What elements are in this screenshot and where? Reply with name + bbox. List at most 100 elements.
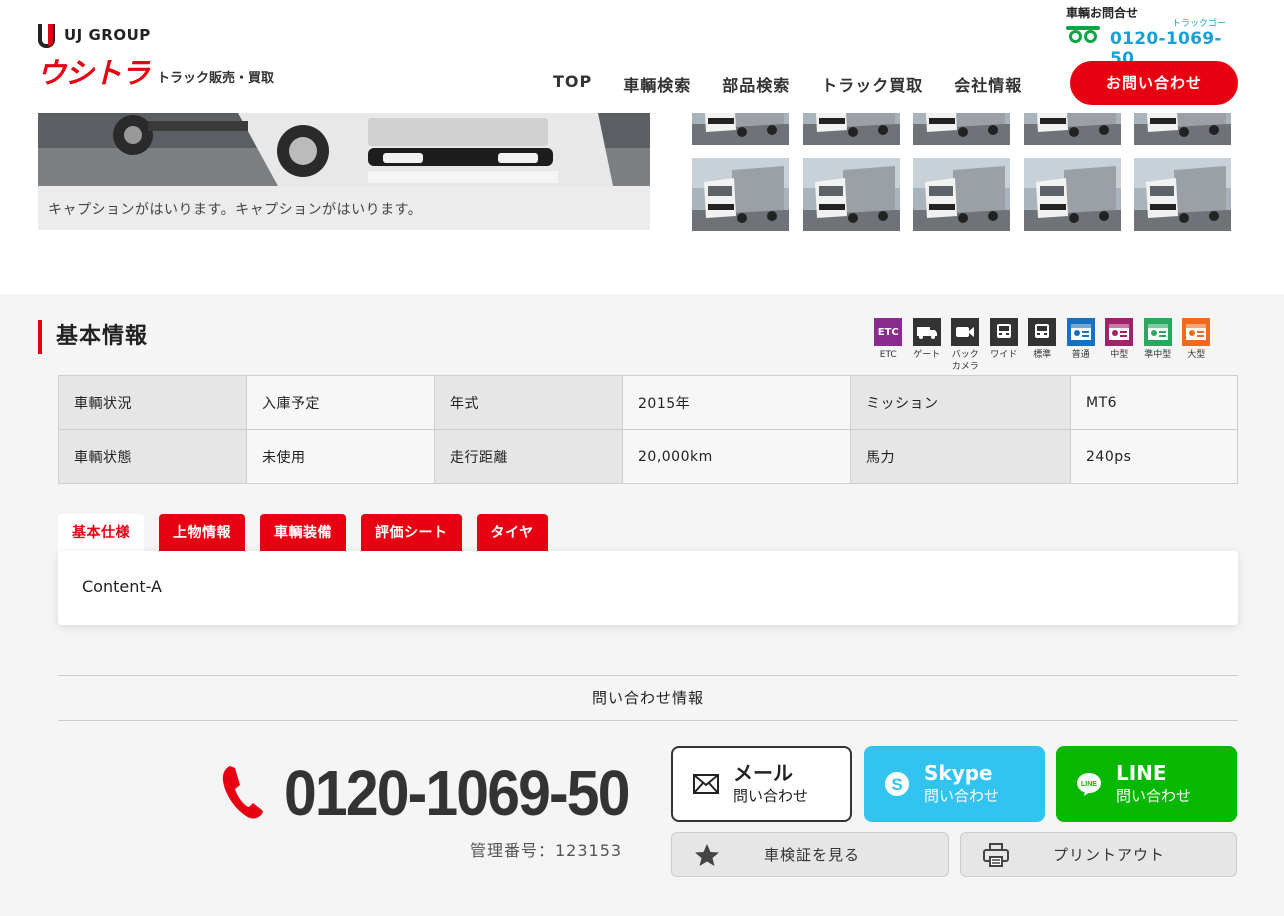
envelope-icon	[693, 774, 719, 794]
license-card-icon	[1066, 318, 1095, 346]
nav-vehicle-search[interactable]: 車輌検索	[623, 72, 691, 96]
feature-label: 普通	[1071, 350, 1090, 360]
nav-truck-buying[interactable]: トラック買取	[821, 72, 923, 96]
skype-sub: 問い合わせ	[924, 787, 1000, 805]
mail-sub: 問い合わせ	[733, 787, 809, 805]
gallery-thumbnail[interactable]	[913, 113, 1010, 145]
feature-item: 中型	[1100, 318, 1139, 373]
tab-tires[interactable]: タイヤ	[476, 514, 548, 552]
gallery-thumbnail[interactable]	[913, 158, 1010, 231]
inquiry-title: 問い合わせ情報	[58, 675, 1238, 721]
mail-inquiry-button[interactable]: メール 問い合わせ	[671, 746, 852, 822]
feature-item: ゲート	[908, 318, 947, 373]
feature-label: ワイド	[990, 350, 1018, 360]
printer-icon	[961, 842, 1031, 867]
skype-icon: S	[885, 772, 909, 796]
svg-text:S: S	[891, 775, 902, 794]
inquiry-phone-number[interactable]: 0120-1069-50	[284, 756, 630, 830]
site-header: UJ GROUP ウシトラ トラック販売・買取 車輌お問合せ トラックゴー 01…	[0, 0, 1284, 113]
feature-label: バック カメラ	[951, 350, 979, 372]
table-row: 車輌状態 未使用 走行距離 20,000km 馬力 240ps	[58, 429, 1238, 484]
header-tel[interactable]: 車輌お問合せ トラックゴー 0120-1069-50	[1066, 4, 1241, 69]
management-number: 管理番号：123153	[470, 841, 623, 860]
tab-evaluation-sheet[interactable]: 評価シート	[361, 514, 462, 552]
gallery-thumbnail[interactable]	[1134, 113, 1231, 145]
nav-company[interactable]: 会社情報	[954, 72, 1022, 96]
feature-item: 標準	[1023, 318, 1062, 373]
standard-cab-icon	[1028, 318, 1057, 346]
feature-item: ワイド	[985, 318, 1024, 373]
gallery-thumbnail[interactable]	[692, 113, 789, 145]
print-label: プリントアウト	[1053, 846, 1166, 864]
skype-inquiry-button[interactable]: S Skype 問い合わせ	[864, 746, 1045, 822]
line-inquiry-button[interactable]: LINE LINE 問い合わせ	[1056, 746, 1237, 822]
group-name: UJ GROUP	[64, 26, 151, 44]
line-sub: 問い合わせ	[1116, 787, 1192, 805]
gallery-thumbnail[interactable]	[1024, 158, 1121, 231]
shaken-label: 車検証を見る	[764, 846, 861, 864]
spec-label: 走行距離	[434, 429, 623, 484]
feature-label: 中型	[1110, 350, 1129, 360]
spec-label: 車輌状況	[58, 375, 247, 430]
nav-top[interactable]: TOP	[553, 72, 592, 96]
license-card-icon	[1143, 318, 1172, 346]
feature-item: ETC ETC	[869, 318, 908, 373]
brand-tagline: トラック販売・買取	[157, 71, 275, 86]
skype-title: Skype	[924, 761, 993, 785]
tel-label: 車輌お問合せ	[1066, 6, 1139, 20]
wide-cab-icon	[989, 318, 1018, 346]
main-nav: TOP 車輌検索 部品検索 トラック買取 会社情報	[553, 72, 1053, 96]
feature-label: 準中型	[1144, 350, 1172, 360]
brand-name: ウシトラ	[37, 56, 150, 90]
brand-logo[interactable]: ウシトラ トラック販売・買取	[37, 57, 274, 89]
spec-value: MT6	[1070, 375, 1238, 430]
mail-title: メール	[733, 761, 793, 785]
uj-logo-mark-icon	[38, 24, 58, 48]
spec-label: ミッション	[850, 375, 1071, 430]
star-icon	[672, 843, 742, 867]
feature-item: 準中型	[1139, 318, 1178, 373]
section-title-basic-info: 基本情報	[38, 320, 148, 354]
spec-tabs: 基本仕様 上物情報 車輌装備 評価シート タイヤ	[58, 514, 563, 552]
contact-button[interactable]: お問い合わせ	[1070, 61, 1238, 105]
uj-group-logo[interactable]: UJ GROUP	[38, 24, 151, 48]
feature-item: 大型	[1177, 318, 1216, 373]
feature-label: ETC	[879, 350, 897, 360]
line-icon-badge: LINE	[1081, 781, 1097, 788]
gallery-thumbnail[interactable]	[1134, 158, 1231, 231]
line-title: LINE	[1116, 761, 1167, 785]
spec-value: 未使用	[246, 429, 435, 484]
feature-label: 標準	[1033, 350, 1052, 360]
photo-caption: キャプションがはいります。キャプションがはいります。	[38, 186, 650, 230]
license-card-icon	[1182, 318, 1211, 346]
freedial-icon	[1066, 26, 1102, 48]
feature-item: バック カメラ	[946, 318, 985, 373]
table-row: 車輌状況 入庫予定 年式 2015年 ミッション MT6	[58, 375, 1238, 430]
gallery-thumbnail[interactable]	[803, 113, 900, 145]
feature-item: 普通	[1062, 318, 1101, 373]
spec-label: 車輌状態	[58, 429, 247, 484]
gallery-thumbnail[interactable]	[692, 158, 789, 231]
tab-body-info[interactable]: 上物情報	[159, 514, 245, 552]
spec-value: 入庫予定	[246, 375, 435, 430]
nav-parts-search[interactable]: 部品検索	[722, 72, 790, 96]
gallery-thumbnail[interactable]	[803, 158, 900, 231]
tab-panel: Content-A	[58, 551, 1238, 625]
spec-label: 馬力	[850, 429, 1071, 484]
feature-label: 大型	[1187, 350, 1206, 360]
spec-value: 240ps	[1070, 429, 1238, 484]
main-truck-photo[interactable]	[38, 113, 650, 186]
spec-value: 20,000km	[622, 429, 851, 484]
view-inspection-cert-button[interactable]: 車検証を見る	[671, 832, 949, 877]
line-icon: LINE	[1077, 773, 1101, 796]
video-camera-icon	[951, 318, 980, 346]
spec-value: 2015年	[622, 375, 851, 430]
tab-basic-spec[interactable]: 基本仕様	[58, 514, 144, 552]
spec-table: 車輌状況 入庫予定 年式 2015年 ミッション MT6 車輌状態 未使用 走行…	[58, 375, 1238, 484]
tab-equipment[interactable]: 車輌装備	[260, 514, 346, 552]
phone-icon	[222, 766, 263, 819]
gallery-thumbnail[interactable]	[1024, 113, 1121, 145]
printout-button[interactable]: プリントアウト	[960, 832, 1237, 877]
feature-icons: ETC ETC ゲート バック カメラ ワイド 標準 普通 中型 準中型 大型	[869, 318, 1216, 373]
tail-gate-truck-icon	[912, 318, 941, 346]
